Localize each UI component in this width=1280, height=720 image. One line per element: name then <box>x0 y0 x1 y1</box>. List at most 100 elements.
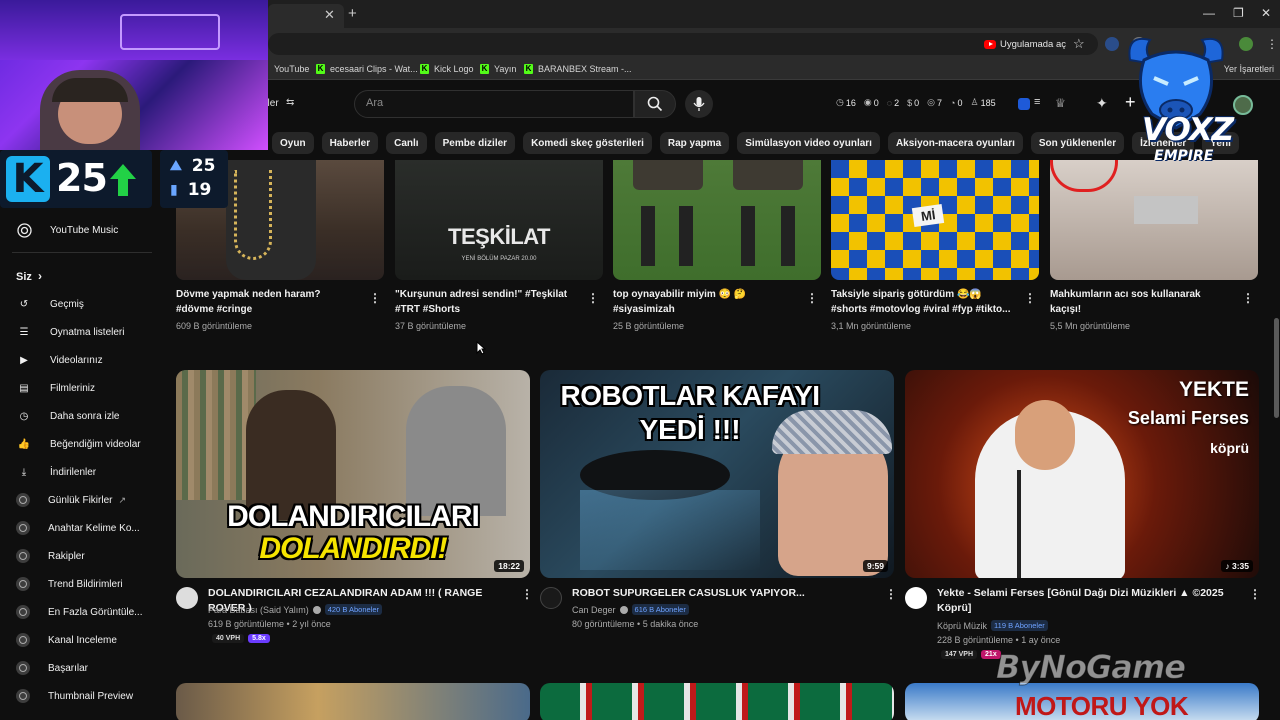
chip[interactable]: Rap yapma <box>659 132 730 154</box>
puzzle-icon[interactable]: ✦ <box>1096 95 1108 112</box>
profile-globe-icon[interactable] <box>1239 37 1253 51</box>
short-thumbnail[interactable]: TEŞKİLAT YENİ BÖLÜM PAZAR 20.00 <box>395 160 603 280</box>
chip[interactable]: Haberler <box>321 132 379 154</box>
vph-badges: 147 VPH 21x <box>941 650 1001 659</box>
search-input[interactable] <box>354 90 634 118</box>
more-options-icon[interactable]: ⋮ <box>806 292 818 304</box>
video-thumbnail[interactable] <box>540 683 894 720</box>
sidebar-item-your-movies[interactable]: ▤ Filmleriniz <box>16 380 95 396</box>
voice-search-button[interactable] <box>685 90 713 118</box>
thumbs-up-icon: 👍 <box>17 438 31 450</box>
chip[interactable]: Oyun <box>272 132 314 154</box>
short-thumbnail[interactable] <box>613 160 821 280</box>
channel-avatar[interactable] <box>905 587 927 609</box>
chip[interactable]: Simülasyon video oyunları <box>737 132 880 154</box>
video-channel[interactable]: Can Deger 616 B Aboneler <box>572 604 689 615</box>
bookmark-kick-logo[interactable]: K Kick Logo <box>420 64 474 74</box>
chip[interactable]: Pembe diziler <box>434 132 516 154</box>
open-in-app-chip[interactable]: Uygulamada aç <box>978 35 1072 53</box>
filter-icon[interactable]: ⇆ <box>286 97 294 108</box>
sidebar-ext-keyword[interactable]: Anahtar Kelime Ko... <box>16 521 140 535</box>
new-tab-icon[interactable]: + <box>348 5 357 22</box>
more-options-icon[interactable]: ⋮ <box>369 292 381 304</box>
sidebar-item-playlists[interactable]: ☰ Oynatma listeleri <box>16 324 125 340</box>
sidebar-ext-competitors[interactable]: Rakipler <box>16 549 85 563</box>
short-title[interactable]: top oynayabilir miyim 😳 🤔 #siyasimizah <box>613 287 793 317</box>
sidebar-item-youtube-music[interactable]: YouTube Music <box>16 222 118 238</box>
leg-shape <box>781 206 795 266</box>
bookmark-baranbex[interactable]: K BARANBEX Stream -... <box>524 64 632 74</box>
extension-sound-icon[interactable] <box>1105 37 1119 51</box>
video-thumbnail[interactable]: YEKTE Selami Ferses köprü ♪ 3:35 <box>905 370 1259 578</box>
short-views: 37 B görüntüleme <box>395 321 467 331</box>
taxi-sign: Mİ <box>911 203 945 228</box>
video-thumbnail[interactable]: ROBOTLAR KAFAYI YEDİ !!! 9:59 <box>540 370 894 578</box>
bookmark-youtube[interactable]: YouTube <box>274 64 309 74</box>
short-thumbnail[interactable]: Mİ <box>831 160 1039 280</box>
search-button[interactable] <box>634 90 676 118</box>
bookmark-ecesaari[interactable]: K ecesaari Clips - Wat... <box>316 64 418 74</box>
browser-menu-icon[interactable]: ⋮ <box>1266 37 1278 51</box>
more-options-icon[interactable]: ⋮ <box>1242 292 1254 304</box>
bookmark-star-icon[interactable]: ☆ <box>1073 36 1085 52</box>
minimize-icon[interactable]: — <box>1203 6 1215 20</box>
stat-timer: ◔ 0 <box>950 97 963 108</box>
more-options-icon[interactable]: ⋮ <box>1249 588 1261 600</box>
stat-row-bottom: ▮ 19 <box>170 180 212 200</box>
sidebar-item-downloads[interactable]: ⤓ İndirilenler <box>16 464 96 480</box>
sidebar-item-liked-videos[interactable]: 👍 Beğendiğim videolar <box>16 436 141 452</box>
page-scrollbar[interactable] <box>1274 318 1279 418</box>
sidebar-item-watch-later[interactable]: ◷ Daha sonra izle <box>16 408 120 424</box>
more-options-icon[interactable]: ⋮ <box>1024 292 1036 304</box>
red-circle-shape <box>1050 160 1118 192</box>
short-thumbnail[interactable] <box>1050 160 1258 280</box>
chip[interactable]: Komedi skeç gösterileri <box>523 132 652 154</box>
video-channel[interactable]: Para Babası (Said Yalım) 420 B Aboneler <box>208 604 383 615</box>
short-title[interactable]: Taksiyle sipariş götürdüm 😂😱 #shorts #mo… <box>831 287 1011 317</box>
empire-logo-text: EMPIRE <box>1154 148 1214 164</box>
extension-icon <box>16 493 30 507</box>
chevron-right-icon: › <box>37 269 42 283</box>
sidebar-ext-daily-ideas[interactable]: Günlük Fikirler ↗ <box>16 493 126 507</box>
extension-blue-icon[interactable] <box>1018 98 1030 110</box>
more-options-icon[interactable]: ⋮ <box>885 588 897 600</box>
maximize-icon[interactable]: ❐ <box>1233 6 1244 20</box>
video-thumbnail[interactable]: DOLANDIRICILARI DOLANDIRDI! 18:22 <box>176 370 530 578</box>
sidebar-ext-thumbnail-preview[interactable]: Thumbnail Preview <box>16 689 133 703</box>
video-title[interactable]: Yekte - Selami Ferses [Gönül Dağı Dizi M… <box>937 586 1232 616</box>
chip[interactable]: Canlı <box>386 132 427 154</box>
video-channel[interactable]: Köprü Müzik 119 B Aboneler <box>937 620 1048 631</box>
stat-row-top: ⛰ 25 <box>170 156 216 176</box>
tab-close-icon[interactable]: ✕ <box>324 7 335 23</box>
sidebar-ext-most-viewed[interactable]: En Fazla Görüntüle... <box>16 605 143 619</box>
close-window-icon[interactable]: ✕ <box>1261 6 1271 20</box>
sidebar-ext-achievements[interactable]: Başarılar <box>16 661 88 675</box>
sidebar-you-heading[interactable]: Siz › <box>16 269 42 283</box>
short-title[interactable]: "Kurşunun adresi sendin!" #Teşkilat #TRT… <box>395 287 575 317</box>
extension-icon <box>16 577 30 591</box>
address-input[interactable] <box>268 33 1098 55</box>
account-avatar[interactable] <box>1233 95 1253 115</box>
video-title[interactable]: ROBOT SUPURGELER CASUSLUK YAPIYOR... <box>572 586 872 601</box>
more-options-icon[interactable]: ⋮ <box>587 292 599 304</box>
extension-icon <box>16 633 30 647</box>
sidebar-item-history[interactable]: ↺ Geçmiş <box>16 296 84 312</box>
short-title[interactable]: Dövme yapmak neden haram? #dövme #cringe <box>176 287 356 317</box>
chip[interactable]: Son yüklenenler <box>1030 132 1125 154</box>
video-thumbnail[interactable] <box>176 683 530 720</box>
trophy-icon[interactable]: ♕ <box>1055 96 1066 110</box>
channel-avatar[interactable] <box>540 587 562 609</box>
sidebar-ext-trend-alerts[interactable]: Trend Bildirimleri <box>16 577 123 591</box>
bookmark-yayin[interactable]: K Yayın <box>480 64 516 74</box>
channel-avatar[interactable] <box>176 587 198 609</box>
subscriber-badge: 420 B Aboneler <box>324 604 383 615</box>
sidebar-item-your-videos[interactable]: ▶ Videolarınız <box>16 352 103 368</box>
short-title[interactable]: Mahkumların acı sos kullanarak kaçışı! <box>1050 287 1230 317</box>
video-thumbnail[interactable]: MOTORU YOK <box>905 683 1259 720</box>
sidebar-ext-channel-review[interactable]: Kanal Inceleme <box>16 633 117 647</box>
list-icon[interactable]: ≡ <box>1034 96 1040 108</box>
stat-clock: ◷ 16 <box>836 97 856 108</box>
chip[interactable]: Aksiyon-macera oyunları <box>887 132 1023 154</box>
stat-dollar: $0 <box>907 97 920 108</box>
more-options-icon[interactable]: ⋮ <box>521 588 533 600</box>
